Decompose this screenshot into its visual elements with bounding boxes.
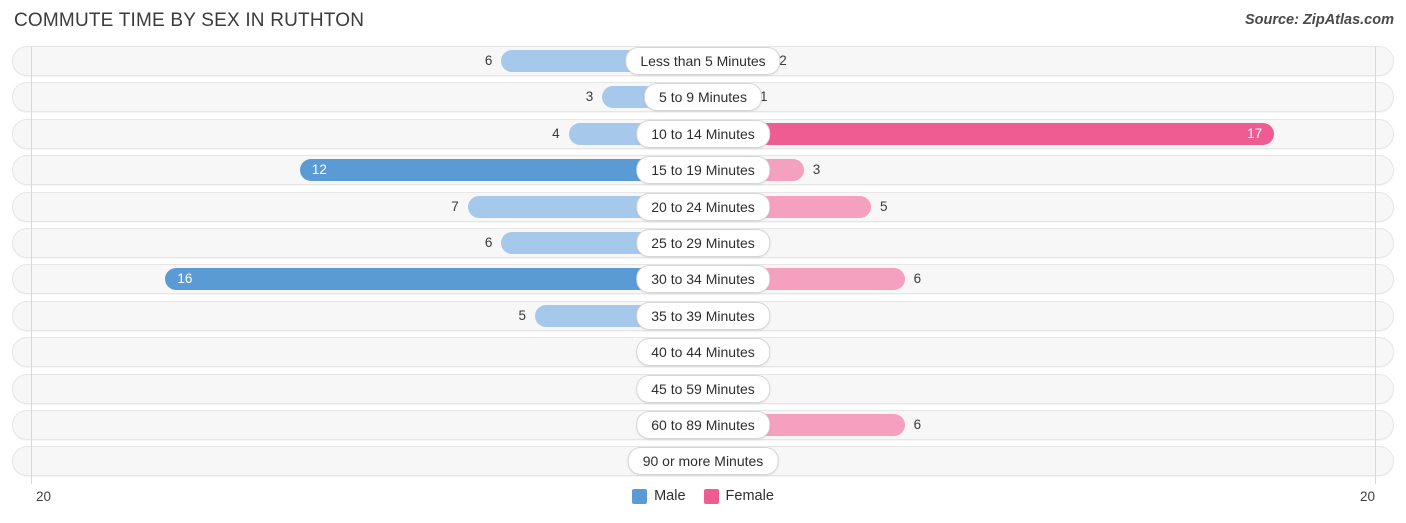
female-bar[interactable]: 17 [703, 122, 1275, 145]
chart-row: 4 17 10 to 14 Minutes [0, 118, 1406, 149]
chart-footer: 20 20 Male Female [0, 484, 1406, 523]
male-bar-value: 3 [585, 89, 594, 105]
female-bar-value-inside: 17 [1247, 125, 1263, 141]
female-bar-value: 6 [913, 271, 922, 287]
chart-row: 315 to 9 Minutes [0, 82, 1406, 113]
category-label: 5 to 9 Minutes [644, 83, 762, 112]
legend-item[interactable]: Male [632, 488, 686, 504]
chart-row: 1090 or more Minutes [0, 446, 1406, 477]
category-label: 35 to 39 Minutes [636, 301, 770, 330]
chart-row: 0040 to 44 Minutes [0, 337, 1406, 368]
chart-row: 16 6 30 to 34 Minutes [0, 264, 1406, 295]
category-label: 20 to 24 Minutes [636, 192, 770, 221]
male-bar-value: 6 [484, 53, 493, 68]
legend-label: Male [654, 488, 686, 504]
axis-line-left [31, 46, 32, 484]
category-label: 25 to 29 Minutes [636, 228, 770, 257]
chart-row: 5135 to 39 Minutes [0, 300, 1406, 331]
legend-swatch-icon [703, 488, 719, 504]
chart-row: 7 5 20 to 24 Minutes [0, 191, 1406, 222]
source-attribution: Source: ZipAtlas.com [1244, 12, 1394, 28]
chart-row: 0660 to 89 Minutes [0, 409, 1406, 440]
page-title: COMMUTE TIME BY SEX IN RUTHTON [14, 10, 365, 31]
chart-row: 1045 to 59 Minutes [0, 373, 1406, 404]
chart-row: 12 3 15 to 19 Minutes [0, 155, 1406, 186]
chart-legend: Male Female [0, 488, 1406, 504]
category-label: 10 to 14 Minutes [636, 119, 770, 148]
chart-header: COMMUTE TIME BY SEX IN RUTHTON Source: Z… [0, 0, 1406, 44]
category-label: 15 to 19 Minutes [636, 156, 770, 185]
axis-line-right [1375, 46, 1376, 484]
male-bar-value: 7 [451, 198, 459, 214]
category-label: 40 to 44 Minutes [636, 338, 770, 367]
chart-rows: 6 2 Less than 5 Minutes 3 1 5 to 9 Minutes 4 17… [0, 46, 1406, 483]
chart-row: 6025 to 29 Minutes [0, 227, 1406, 258]
category-label: 60 to 89 Minutes [636, 410, 770, 439]
female-bar-value: 6 [913, 416, 922, 432]
category-label: 45 to 59 Minutes [636, 374, 770, 403]
legend-item[interactable]: Female [703, 488, 774, 504]
female-bar-value: 3 [812, 162, 821, 178]
category-label: Less than 5 Minutes [625, 47, 781, 75]
category-label: 30 to 34 Minutes [636, 265, 770, 294]
legend-label: Female [725, 488, 774, 504]
chart-plot-area: 6 2 Less than 5 Minutes 3 1 5 to 9 Minutes 4 17… [0, 46, 1406, 484]
category-label: 90 or more Minutes [627, 447, 779, 476]
male-bar-value: 4 [552, 125, 560, 141]
male-bar-value-inside: 16 [177, 271, 193, 287]
legend-swatch-icon [632, 488, 648, 504]
male-bar-value: 5 [518, 307, 526, 323]
male-bar-value: 6 [484, 234, 493, 250]
female-bar-value: 5 [880, 198, 888, 214]
male-bar-value-inside: 12 [311, 162, 327, 178]
male-bar[interactable]: 16 [165, 268, 703, 291]
chart-row: 6 2 Less than 5 Minutes [0, 46, 1406, 76]
